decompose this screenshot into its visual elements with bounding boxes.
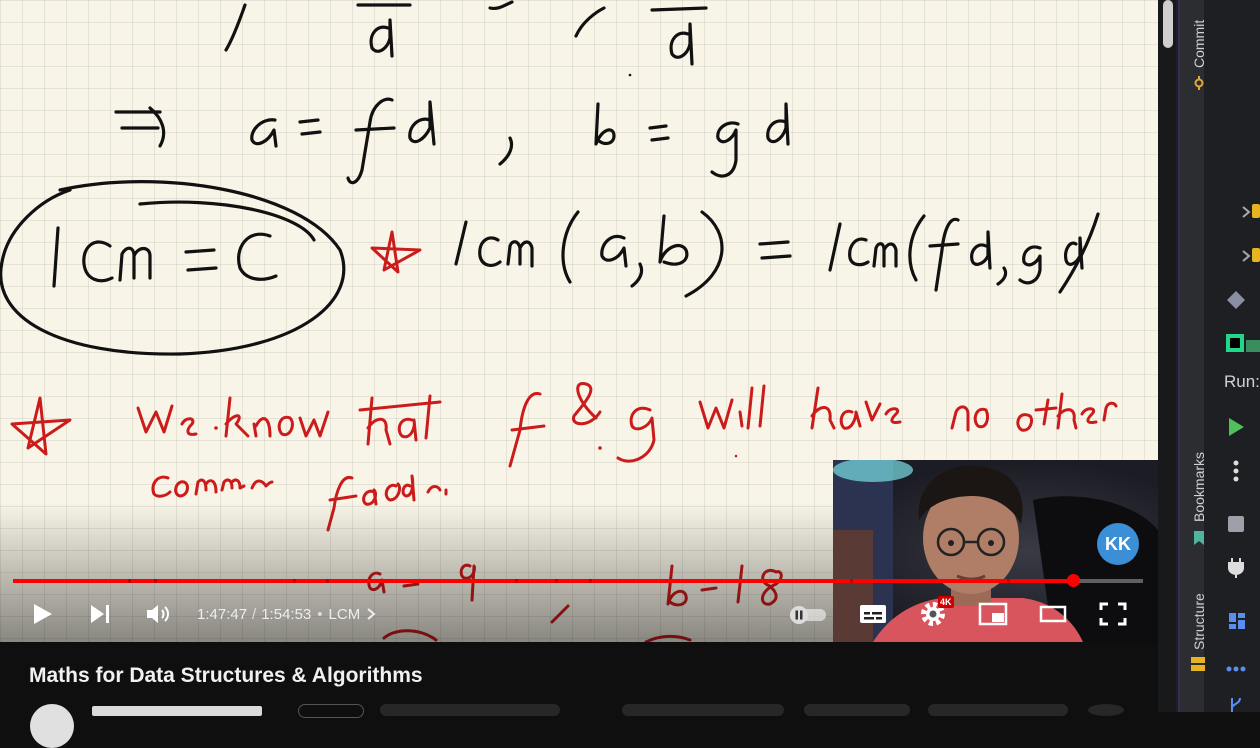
- miniplayer-button[interactable]: [976, 600, 1010, 628]
- autoplay-toggle-icon: [790, 606, 826, 624]
- time-display: 1:47:47 / 1:54:53 • LCM: [197, 603, 378, 625]
- volume-button[interactable]: [144, 600, 174, 628]
- commit-icon[interactable]: [1192, 76, 1206, 90]
- quality-badge: 4K: [938, 596, 954, 608]
- share-button[interactable]: [804, 704, 910, 716]
- chapter-gap: [1007, 579, 1010, 583]
- git-icon: [1227, 291, 1245, 309]
- folder-icon: [1252, 204, 1260, 218]
- intellij-icon: [1226, 334, 1260, 352]
- chapter-gap: [850, 579, 853, 583]
- like-dislike-button[interactable]: [622, 704, 784, 716]
- video-player[interactable]: KK 1:47:47 / 1:54:53 • LCM 4K: [0, 0, 1158, 642]
- channel-avatar[interactable]: [30, 704, 74, 748]
- ide-side-panel: Commit Run: Bookmarks Structure: [1158, 0, 1260, 712]
- progress-played: [13, 579, 1073, 583]
- chapter-gap: [154, 579, 157, 583]
- miniplayer-icon: [978, 602, 1008, 626]
- time-separator: /: [252, 605, 257, 623]
- player-scrollbar-track[interactable]: [1158, 0, 1176, 712]
- theater-button[interactable]: [1036, 600, 1070, 628]
- bookmark-icon[interactable]: [1192, 530, 1206, 546]
- video-title[interactable]: Maths for Data Structures & Algorithms: [29, 664, 423, 688]
- chapter-gap: [326, 579, 329, 583]
- volume-icon: [147, 605, 169, 623]
- channel-logo-text: KK: [1105, 533, 1131, 554]
- run-label: Run:: [1224, 372, 1260, 391]
- chapter-gap: [555, 579, 558, 583]
- more-vertical-icon[interactable]: [1232, 460, 1240, 482]
- plug-icon[interactable]: [1226, 556, 1246, 578]
- subtitles-icon: [860, 605, 886, 623]
- duration: 1:54:53: [261, 605, 312, 623]
- more-horizontal-icon[interactable]: [1226, 664, 1246, 674]
- subtitles-button[interactable]: [856, 600, 890, 628]
- fullscreen-button[interactable]: [1096, 600, 1130, 628]
- chapter-gap: [515, 579, 518, 583]
- play-button[interactable]: [28, 600, 56, 628]
- download-button[interactable]: [928, 704, 1068, 716]
- chapter-gap: [293, 579, 296, 583]
- commit-tab-label[interactable]: Commit: [1191, 20, 1207, 68]
- autoplay-toggle[interactable]: [786, 604, 830, 624]
- settings-button[interactable]: 4K: [916, 596, 954, 630]
- chapter-gap: [589, 579, 592, 583]
- next-button[interactable]: [86, 600, 114, 628]
- next-icon: [91, 605, 109, 623]
- channel-logo[interactable]: KK: [1097, 523, 1139, 565]
- fullscreen-icon: [1099, 602, 1127, 626]
- subscribe-button[interactable]: [380, 704, 560, 716]
- structure-tab-label[interactable]: Structure: [1191, 593, 1207, 650]
- run-icon[interactable]: [1226, 416, 1246, 438]
- join-button[interactable]: [298, 704, 364, 718]
- chapter-title[interactable]: LCM: [329, 606, 361, 623]
- structure-icon[interactable]: [1190, 656, 1206, 672]
- chapter-gap: [128, 579, 131, 583]
- channel-name-placeholder[interactable]: [92, 706, 262, 716]
- chevron-right-icon[interactable]: [1240, 248, 1252, 264]
- chevron-right-icon[interactable]: [1240, 204, 1252, 220]
- more-actions-button[interactable]: [1088, 704, 1124, 716]
- progress-bar[interactable]: [13, 579, 1143, 583]
- progress-scrubber[interactable]: [1067, 574, 1080, 587]
- theater-icon: [1039, 605, 1067, 623]
- dot-separator: •: [317, 605, 323, 623]
- play-icon: [34, 604, 52, 624]
- folder-icon: [1252, 248, 1260, 262]
- bookmarks-tab-label[interactable]: Bookmarks: [1191, 452, 1207, 522]
- dashboard-icon[interactable]: [1228, 612, 1246, 630]
- current-time: 1:47:47: [197, 605, 248, 623]
- chevron-right-icon[interactable]: [364, 606, 378, 622]
- branch-icon[interactable]: [1228, 698, 1244, 712]
- stop-icon[interactable]: [1228, 516, 1244, 532]
- page-scrollbar-thumb[interactable]: [1163, 0, 1173, 48]
